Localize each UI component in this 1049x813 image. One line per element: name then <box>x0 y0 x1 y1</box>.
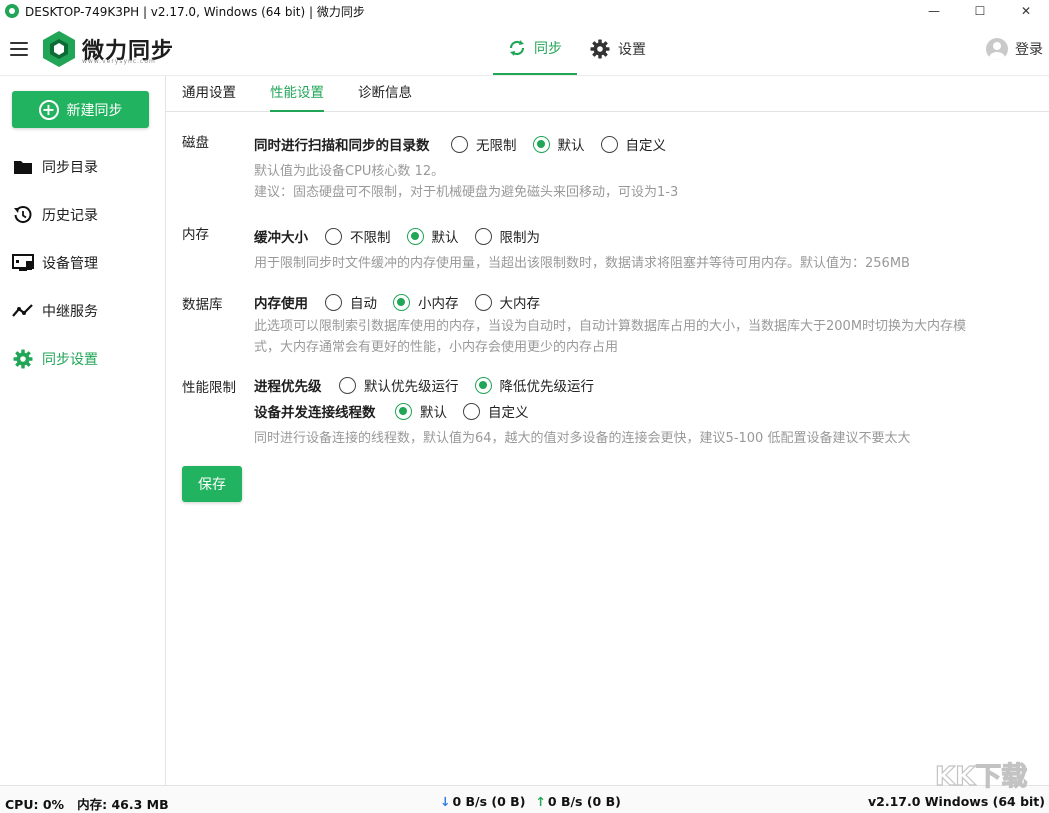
radio-group-database: 自动 小内存 大内存 <box>325 292 556 312</box>
sidebar-item-label: 同步设置 <box>42 352 98 368</box>
window-titlebar: DESKTOP-749K3PH | v2.17.0, Windows (64 b… <box>0 0 1049 22</box>
radio-threads-custom[interactable]: 自定义 <box>463 401 529 421</box>
sync-icon <box>509 39 525 56</box>
hint-disk-default: 默认值为此设备CPU核心数 12。 <box>254 164 445 179</box>
radio-db-large[interactable]: 大内存 <box>474 292 540 312</box>
status-download: 0 B/s (0 B) <box>452 794 526 809</box>
hint-database-2: 式，大内存通常会有更好的性能，小内存会使用更少的内存占用 <box>254 340 619 355</box>
nav-tab-settings-label: 设置 <box>618 41 646 58</box>
radio-priority-lower[interactable]: 降低优先级运行 <box>474 375 594 395</box>
tab-general[interactable]: 通用设置 <box>182 76 236 112</box>
radio-group-memory: 不限制 默认 限制为 <box>325 226 556 246</box>
status-resources: CPU: 0% 内存: 46.3 MB <box>5 794 169 813</box>
folder-icon <box>12 156 34 178</box>
section-label-perf: 性能限制 <box>182 380 236 396</box>
status-version: v2.17.0 Windows (64 bit) <box>867 794 1045 809</box>
radio-disk-unlimited[interactable]: 无限制 <box>451 134 517 154</box>
plus-circle-icon: + <box>38 99 59 120</box>
section-label-disk: 磁盘 <box>182 135 209 151</box>
option-label-threads: 设备并发连接线程数 <box>254 405 376 421</box>
hint-threads: 同时进行设备连接的线程数，默认值为64，越大的值对多设备的连接会更快，建议5-1… <box>254 431 911 446</box>
sidebar-item-devices[interactable]: 设备管理 <box>12 251 98 275</box>
status-bar: CPU: 0% 内存: 46.3 MB ↓ 0 B/s (0 B) ↑ 0 B/… <box>0 785 1049 813</box>
logo-icon <box>43 31 75 67</box>
brand-url: www.verysync.com <box>82 58 156 65</box>
close-button[interactable]: ✕ <box>1003 0 1049 22</box>
app-header: 微力同步 www.verysync.com 同步 设置 登录 <box>0 22 1049 76</box>
radio-priority-default[interactable]: 默认优先级运行 <box>339 375 459 395</box>
sidebar-item-label: 中继服务 <box>42 304 98 320</box>
settings-subtabs: 通用设置 性能设置 诊断信息 <box>166 76 1049 112</box>
nav-tab-sync-label: 同步 <box>534 40 562 57</box>
sidebar: + 新建同步 同步目录 历史记录 设备管理 中继服务 同步设置 <box>0 76 166 785</box>
sidebar-item-label: 历史记录 <box>42 208 98 224</box>
option-label-memory-usage: 内存使用 <box>254 296 308 312</box>
option-label-buffer-size: 缓冲大小 <box>254 230 308 246</box>
tab-diagnostics[interactable]: 诊断信息 <box>358 76 412 112</box>
sidebar-item-sync-settings[interactable]: 同步设置 <box>12 347 98 371</box>
svg-text:KK下载: KK下载 <box>935 762 1027 792</box>
radio-disk-custom[interactable]: 自定义 <box>600 134 666 154</box>
option-label-dir-count: 同时进行扫描和同步的目录数 <box>254 138 430 154</box>
relay-icon <box>12 300 34 322</box>
download-arrow-icon: ↓ <box>440 794 451 809</box>
radio-disk-default[interactable]: 默认 <box>532 134 585 154</box>
hint-memory: 用于限制同步时文件缓冲的内存使用量，当超出该限制数时，数据请求将阻塞并等待可用内… <box>254 256 910 271</box>
radio-memory-default[interactable]: 默认 <box>406 226 459 246</box>
save-button[interactable]: 保存 <box>182 466 242 502</box>
section-label-memory: 内存 <box>182 227 209 243</box>
radio-group-threads: 默认 自定义 <box>395 401 545 421</box>
option-label-priority: 进程优先级 <box>254 379 322 395</box>
gear-icon <box>12 348 34 370</box>
sidebar-item-relay[interactable]: 中继服务 <box>12 299 98 323</box>
tab-performance[interactable]: 性能设置 <box>270 76 324 112</box>
radio-group-priority: 默认优先级运行 降低优先级运行 <box>339 375 610 395</box>
login-label: 登录 <box>1015 42 1043 58</box>
new-sync-label: 新建同步 <box>66 102 123 119</box>
sidebar-item-sync-folders[interactable]: 同步目录 <box>12 155 98 179</box>
hint-database-1: 此选项可以限制索引数据库使用的内存，当设为自动时，自动计算数据库占用的大小，当数… <box>254 319 967 334</box>
radio-threads-default[interactable]: 默认 <box>395 401 447 421</box>
watermark-logo: KK下载 <box>934 761 1027 792</box>
status-upload: 0 B/s (0 B) <box>547 794 621 809</box>
status-transfer: ↓ 0 B/s (0 B) ↑ 0 B/s (0 B) <box>440 794 621 809</box>
maximize-button[interactable]: ☐ <box>957 0 1003 22</box>
radio-db-auto[interactable]: 自动 <box>325 292 377 312</box>
nav-tab-sync[interactable]: 同步 <box>493 22 577 75</box>
new-sync-button[interactable]: + 新建同步 <box>12 91 149 128</box>
upload-arrow-icon: ↑ <box>535 794 546 809</box>
avatar-icon <box>986 38 1008 60</box>
device-icon <box>12 252 34 274</box>
history-icon <box>12 204 34 226</box>
radio-group-disk: 无限制 默认 自定义 <box>451 134 682 154</box>
minimize-button[interactable]: — <box>911 0 957 22</box>
app-icon <box>5 4 19 18</box>
radio-memory-limit[interactable]: 限制为 <box>474 226 540 246</box>
status-memory: 内存: 46.3 MB <box>77 797 169 812</box>
nav-tab-settings[interactable]: 设置 <box>590 22 660 75</box>
gear-icon <box>590 39 610 58</box>
window-controls: — ☐ ✕ <box>911 0 1049 22</box>
sidebar-item-label: 设备管理 <box>42 256 98 272</box>
status-cpu: CPU: 0% <box>5 797 65 812</box>
menu-icon[interactable] <box>10 42 28 56</box>
window-title: DESKTOP-749K3PH | v2.17.0, Windows (64 b… <box>25 4 365 19</box>
radio-memory-unlimited[interactable]: 不限制 <box>325 226 391 246</box>
sidebar-item-label: 同步目录 <box>42 160 98 176</box>
sidebar-item-history[interactable]: 历史记录 <box>12 203 98 227</box>
hint-disk-advice: 建议：固态硬盘可不限制，对于机械硬盘为避免磁头来回移动，可设为1-3 <box>254 185 679 200</box>
login-button[interactable]: 登录 <box>986 38 1043 60</box>
section-label-database: 数据库 <box>182 297 223 313</box>
radio-db-small[interactable]: 小内存 <box>393 292 459 312</box>
